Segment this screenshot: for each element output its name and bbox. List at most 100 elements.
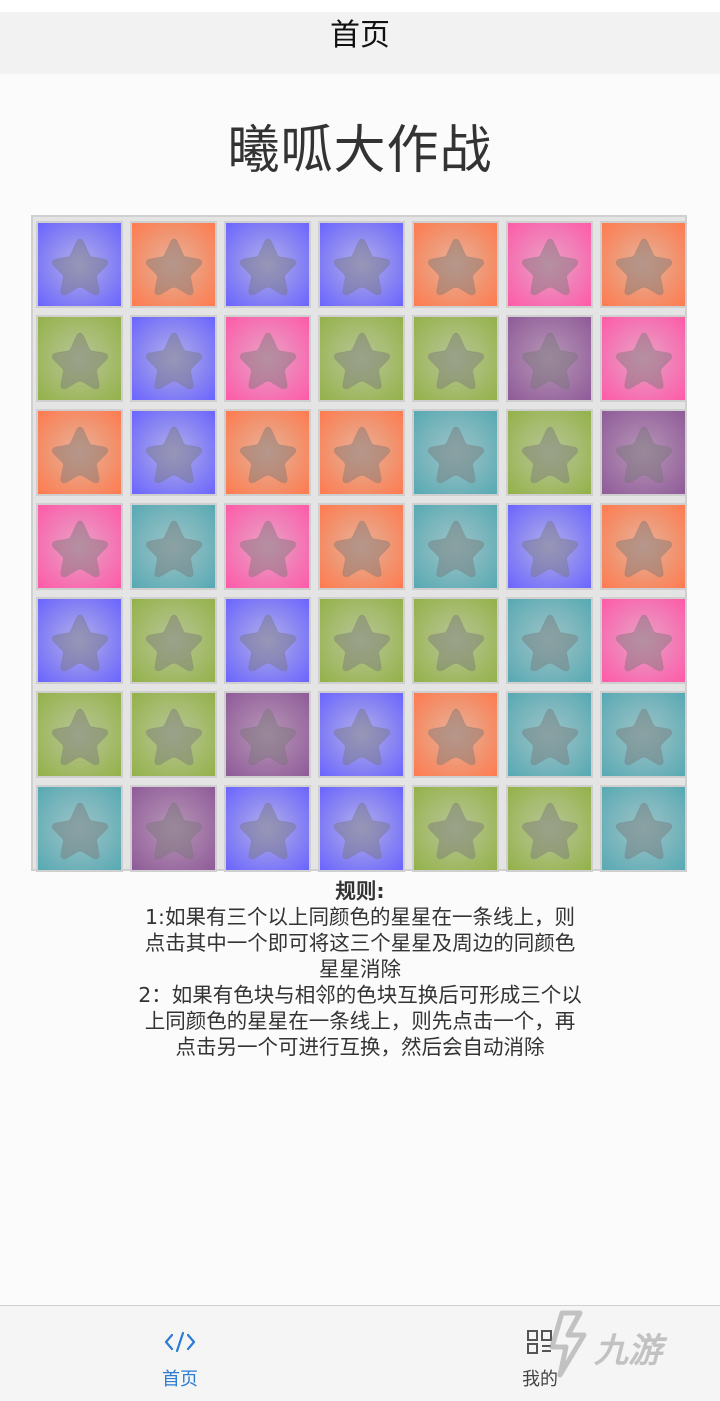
tile-green[interactable] bbox=[506, 785, 593, 872]
star-icon bbox=[239, 613, 296, 671]
star-icon bbox=[521, 801, 578, 859]
star-icon bbox=[239, 331, 296, 389]
tab-mine-label: 我的 bbox=[522, 1369, 558, 1390]
rules-section: 规则: 1:如果有三个以上同颜色的星星在一条线上，则 点击其中一个即可将这三个星… bbox=[80, 878, 640, 1060]
tile-pink[interactable] bbox=[600, 315, 687, 402]
tile-orange[interactable] bbox=[318, 409, 405, 496]
star-icon bbox=[145, 613, 202, 671]
tile-pink[interactable] bbox=[224, 503, 311, 590]
star-icon bbox=[145, 519, 202, 577]
tile-purple[interactable] bbox=[506, 315, 593, 402]
star-icon bbox=[51, 425, 108, 483]
star-icon bbox=[333, 237, 390, 295]
star-icon bbox=[521, 425, 578, 483]
header-bar: 首页 bbox=[0, 12, 720, 74]
game-board bbox=[31, 215, 687, 872]
tile-green[interactable] bbox=[130, 691, 217, 778]
star-icon bbox=[427, 237, 484, 295]
tile-green[interactable] bbox=[36, 315, 123, 402]
tile-green[interactable] bbox=[412, 785, 499, 872]
star-icon bbox=[427, 613, 484, 671]
bottom-tab-bar: 首页 我的 bbox=[0, 1305, 720, 1401]
tile-orange[interactable] bbox=[412, 221, 499, 308]
tab-home[interactable]: 首页 bbox=[80, 1306, 280, 1401]
tile-purple[interactable] bbox=[224, 691, 311, 778]
star-icon bbox=[615, 331, 672, 389]
star-icon bbox=[521, 237, 578, 295]
tile-blue[interactable] bbox=[130, 315, 217, 402]
tile-orange[interactable] bbox=[600, 503, 687, 590]
star-icon bbox=[521, 331, 578, 389]
tile-pink[interactable] bbox=[224, 315, 311, 402]
tile-orange[interactable] bbox=[318, 503, 405, 590]
tile-blue[interactable] bbox=[130, 409, 217, 496]
code-icon bbox=[163, 1328, 197, 1356]
tile-orange[interactable] bbox=[130, 221, 217, 308]
tile-green[interactable] bbox=[506, 409, 593, 496]
tile-teal[interactable] bbox=[506, 691, 593, 778]
tile-teal[interactable] bbox=[412, 409, 499, 496]
star-icon bbox=[239, 425, 296, 483]
tile-green[interactable] bbox=[318, 597, 405, 684]
star-icon bbox=[615, 801, 672, 859]
tile-blue[interactable] bbox=[318, 221, 405, 308]
star-icon bbox=[521, 613, 578, 671]
tile-green[interactable] bbox=[36, 691, 123, 778]
tile-blue[interactable] bbox=[224, 785, 311, 872]
star-icon bbox=[615, 519, 672, 577]
star-icon bbox=[145, 237, 202, 295]
star-icon bbox=[145, 331, 202, 389]
star-icon bbox=[239, 801, 296, 859]
star-icon bbox=[615, 425, 672, 483]
tile-blue[interactable] bbox=[224, 597, 311, 684]
tile-teal[interactable] bbox=[412, 503, 499, 590]
tile-teal[interactable] bbox=[600, 785, 687, 872]
tile-blue[interactable] bbox=[506, 503, 593, 590]
tile-orange[interactable] bbox=[224, 409, 311, 496]
tile-orange[interactable] bbox=[36, 409, 123, 496]
star-icon bbox=[333, 425, 390, 483]
tile-pink[interactable] bbox=[600, 597, 687, 684]
tile-orange[interactable] bbox=[412, 691, 499, 778]
star-icon bbox=[615, 707, 672, 765]
tile-blue[interactable] bbox=[36, 597, 123, 684]
tile-green[interactable] bbox=[130, 597, 217, 684]
star-icon bbox=[615, 613, 672, 671]
page-title: 首页 bbox=[330, 18, 390, 53]
tile-purple[interactable] bbox=[600, 409, 687, 496]
tile-blue[interactable] bbox=[318, 691, 405, 778]
star-icon bbox=[51, 707, 108, 765]
star-icon bbox=[239, 707, 296, 765]
tile-teal[interactable] bbox=[600, 691, 687, 778]
tile-blue[interactable] bbox=[36, 221, 123, 308]
tab-mine[interactable]: 我的 bbox=[440, 1306, 640, 1401]
tile-purple[interactable] bbox=[130, 785, 217, 872]
tile-blue[interactable] bbox=[224, 221, 311, 308]
star-icon bbox=[333, 707, 390, 765]
star-icon bbox=[145, 801, 202, 859]
star-icon bbox=[145, 425, 202, 483]
star-icon bbox=[427, 519, 484, 577]
star-icon bbox=[51, 331, 108, 389]
star-icon bbox=[51, 613, 108, 671]
tile-blue[interactable] bbox=[318, 785, 405, 872]
star-icon bbox=[521, 707, 578, 765]
star-icon bbox=[239, 237, 296, 295]
star-icon bbox=[333, 519, 390, 577]
tile-pink[interactable] bbox=[36, 503, 123, 590]
star-icon bbox=[51, 801, 108, 859]
tile-orange[interactable] bbox=[600, 221, 687, 308]
tile-green[interactable] bbox=[412, 315, 499, 402]
star-icon bbox=[521, 519, 578, 577]
tile-teal[interactable] bbox=[506, 597, 593, 684]
star-icon bbox=[333, 613, 390, 671]
tile-green[interactable] bbox=[318, 315, 405, 402]
tile-teal[interactable] bbox=[36, 785, 123, 872]
star-icon bbox=[333, 801, 390, 859]
tile-green[interactable] bbox=[412, 597, 499, 684]
star-icon bbox=[427, 331, 484, 389]
tile-pink[interactable] bbox=[506, 221, 593, 308]
tile-teal[interactable] bbox=[130, 503, 217, 590]
star-icon bbox=[427, 707, 484, 765]
star-icon bbox=[145, 707, 202, 765]
